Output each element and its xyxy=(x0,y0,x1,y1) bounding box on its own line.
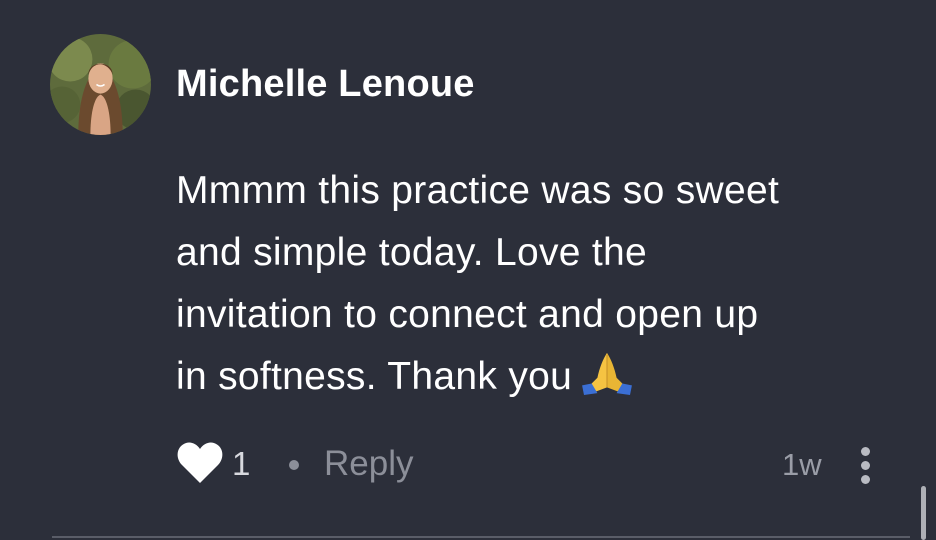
reply-button[interactable]: Reply xyxy=(324,443,413,485)
comment-body-line: and simple today. Love the xyxy=(176,231,648,274)
comment-actions: 1 Reply 1w xyxy=(176,440,876,490)
comment-timestamp: 1w xyxy=(782,447,822,482)
separator-dot xyxy=(289,460,299,470)
like-count: 1 xyxy=(232,445,251,482)
heart-icon[interactable] xyxy=(176,440,224,486)
divider xyxy=(52,536,910,538)
comment-author[interactable]: Michelle Lenoue xyxy=(176,60,475,108)
scrollbar-thumb[interactable] xyxy=(921,486,926,540)
comment-card: Michelle Lenoue Mmmm this practice was s… xyxy=(0,0,936,540)
comment-body-text: in softness. Thank you xyxy=(176,355,573,398)
comment-body: Mmmm this practice was so sweet and simp… xyxy=(176,160,896,408)
more-vertical-icon[interactable] xyxy=(854,445,878,485)
avatar-image xyxy=(50,34,151,135)
folded-hands-emoji xyxy=(578,349,636,395)
comment-body-line: in softness. Thank you xyxy=(176,346,896,408)
comment-body-line: invitation to connect and open up xyxy=(176,293,759,336)
avatar[interactable] xyxy=(50,34,151,135)
comment-body-line: Mmmm this practice was so sweet xyxy=(176,169,780,212)
